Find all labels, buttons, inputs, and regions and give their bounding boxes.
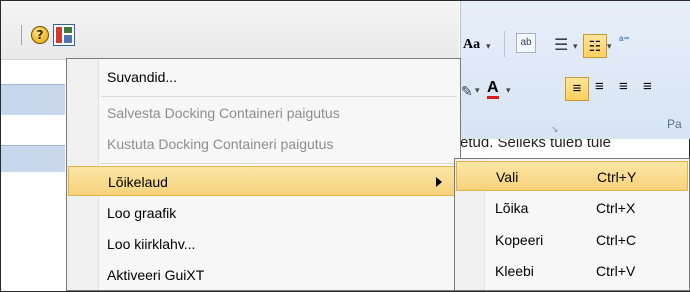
submenu-item-select[interactable]: Vali Ctrl+Y	[456, 161, 688, 191]
submenu-item-cut[interactable]: Lõika Ctrl+X	[456, 193, 688, 223]
submenu-item-label: Vali	[496, 169, 519, 185]
highlight-dropdown-icon[interactable]: ▾	[475, 85, 480, 96]
font-color-dropdown-icon[interactable]: ▾	[506, 85, 511, 96]
justify-icon[interactable]: ≡	[643, 78, 652, 95]
submenu-item-shortcut: Ctrl+C	[596, 232, 637, 248]
sap-toolbar: ?	[1, 1, 459, 60]
menu-item-label: Loo graafik	[107, 205, 177, 221]
menu-item-delete-layout[interactable]: Kustuta Docking Containeri paigutus	[68, 129, 459, 159]
context-menu: Suvandid... Salvesta Docking Containeri …	[66, 58, 461, 291]
bullets-dropdown-icon[interactable]: ▾	[573, 41, 578, 52]
submenu-item-label: Lõika	[495, 200, 529, 216]
document-text: etud. Selleks tuleb tule	[460, 139, 689, 157]
ribbon-separator	[504, 31, 505, 57]
sap-header-band	[1, 84, 65, 115]
submenu-item-label: Kopeeri	[495, 232, 544, 248]
submenu-arrow-icon	[436, 177, 442, 187]
menu-item-label: Kustuta Docking Containeri paigutus	[107, 136, 334, 152]
menu-item-save-layout[interactable]: Salvesta Docking Containeri paigutus	[68, 98, 459, 128]
highlight-color-icon[interactable]: ✎	[461, 83, 473, 100]
menu-item-label: Loo kiirklahv...	[107, 236, 196, 252]
menu-item-create-graphic[interactable]: Loo graafik	[68, 198, 459, 228]
submenu-item-shortcut: Ctrl+Y	[597, 169, 637, 185]
numbering-icon[interactable]: ☷	[583, 34, 607, 58]
font-color-button[interactable]: A	[487, 80, 499, 99]
submenu-item-shortcut: Ctrl+X	[596, 200, 636, 216]
menu-item-label: Suvandid...	[107, 69, 178, 85]
menu-separator	[101, 96, 457, 97]
menu-item-label: Lõikelaud	[108, 174, 168, 190]
customize-layout-icon[interactable]	[53, 24, 75, 46]
align-center-icon[interactable]: ≡	[595, 78, 604, 95]
submenu-item-shortcut: Ctrl+V	[596, 263, 636, 279]
menu-item-label: Salvesta Docking Containeri paigutus	[107, 105, 340, 121]
grow-font-dropdown-icon[interactable]: ▾	[486, 41, 491, 52]
toolbar-separator	[21, 25, 22, 45]
menu-separator	[101, 163, 457, 164]
clipboard-submenu: Vali Ctrl+Y Lõika Ctrl+X Kopeeri Ctrl+C …	[454, 158, 690, 291]
ribbon-group-label: Pa	[667, 117, 682, 131]
submenu-item-paste[interactable]: Kleebi Ctrl+V	[456, 256, 688, 286]
multilevel-list-icon[interactable]: ᵃ⁼	[619, 33, 630, 47]
align-left-icon[interactable]: ≡	[565, 77, 589, 101]
menu-item-clipboard[interactable]: Lõikelaud	[68, 166, 459, 196]
dialog-launcher-icon[interactable]: ↘	[551, 124, 559, 135]
numbering-dropdown-icon[interactable]: ▾	[607, 41, 612, 52]
align-right-icon[interactable]: ≡	[619, 78, 628, 95]
submenu-item-label: Kleebi	[495, 263, 534, 279]
bullets-icon[interactable]: ☰	[554, 35, 568, 55]
spelling-icon[interactable]: ab	[516, 33, 536, 53]
grow-font-button[interactable]: Aa	[463, 37, 480, 53]
menu-item-activate-guixt[interactable]: Aktiveeri GuiXT	[68, 260, 459, 290]
menu-item-suvandid[interactable]: Suvandid...	[68, 62, 459, 92]
menu-item-label: Aktiveeri GuiXT	[107, 267, 205, 283]
help-icon[interactable]: ?	[31, 26, 49, 44]
submenu-item-copy[interactable]: Kopeeri Ctrl+C	[456, 225, 688, 255]
sap-header-band-2	[1, 145, 65, 172]
menu-item-create-shortcut[interactable]: Loo kiirklahv...	[68, 229, 459, 259]
ribbon: Aa ▾ ab ☰ ▾ ☷ ▾ ᵃ⁼ ✎ ▾ A ▾ ≡ ≡ ≡ ≡ ↘ Pa	[460, 1, 690, 139]
